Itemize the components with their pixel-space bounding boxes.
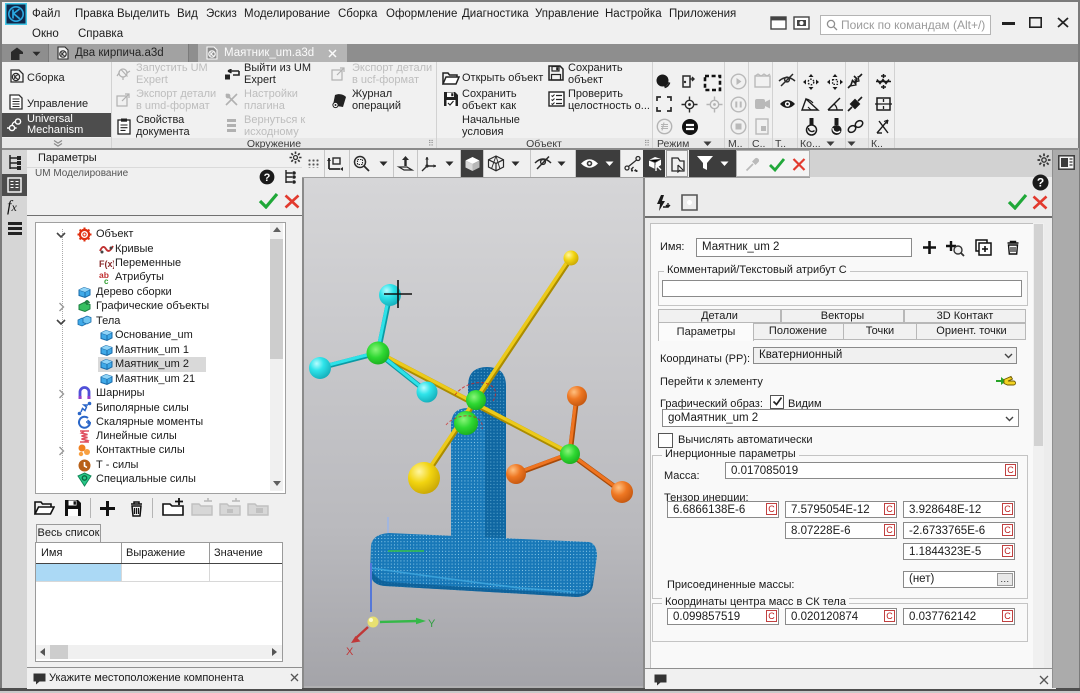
svg-text:?: ? [264, 172, 271, 184]
svg-text:X: X [346, 646, 354, 658]
svg-text:Y: Y [428, 618, 436, 630]
svg-text:c: c [104, 277, 109, 285]
svg-text:F(x): F(x) [99, 259, 114, 269]
